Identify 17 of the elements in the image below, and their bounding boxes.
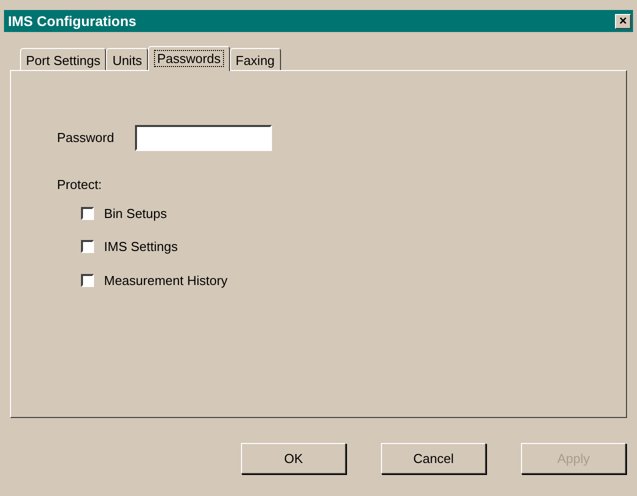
protect-label: Protect: (57, 176, 103, 194)
tab[interactable]: Port Settings (20, 48, 106, 70)
dialog-button[interactable]: Cancel (381, 443, 486, 474)
dialog-button[interactable]: OK (241, 443, 346, 474)
password-label: Password (57, 129, 114, 148)
checkbox[interactable] (81, 274, 94, 287)
password-field[interactable] (135, 125, 272, 151)
checkbox-label: IMS Settings (104, 238, 178, 256)
checkbox[interactable] (81, 206, 94, 220)
close-button[interactable]: × (615, 14, 631, 28)
tab[interactable]: Passwords (148, 46, 230, 71)
tab[interactable]: Units (106, 48, 148, 70)
tab[interactable]: Faxing (230, 48, 281, 70)
checkbox[interactable] (81, 240, 94, 254)
checkbox-label: Measurement History (104, 272, 228, 290)
window-title: IMS Configurations (8, 12, 136, 31)
checkbox-label: Bin Setups (104, 204, 167, 223)
